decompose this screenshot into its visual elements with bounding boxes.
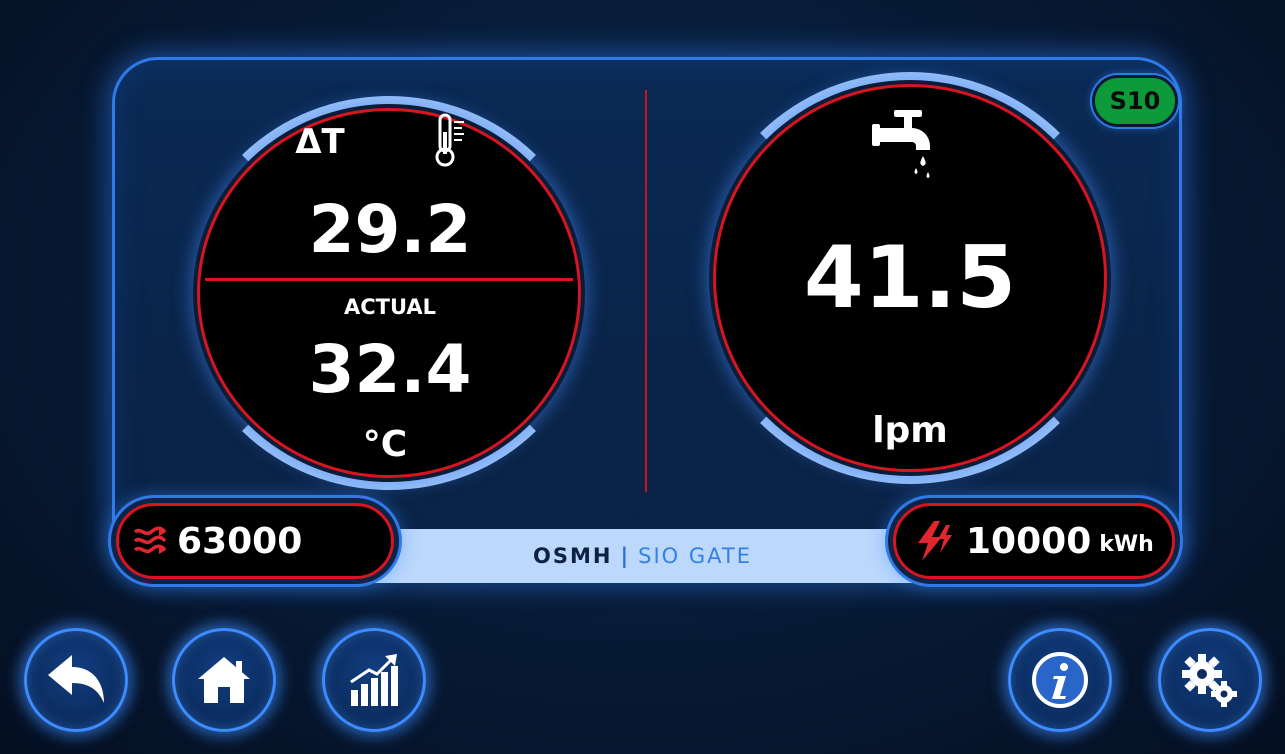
panel-divider <box>645 90 647 492</box>
chart-icon <box>350 654 398 706</box>
info-icon <box>1032 652 1088 708</box>
temperature-unit: °C <box>362 424 408 465</box>
statistics-button[interactable] <box>322 628 426 732</box>
energy-counter-value: 10000 <box>966 520 1092 562</box>
info-button[interactable] <box>1008 628 1112 732</box>
actual-label: ACTUAL <box>343 295 437 319</box>
delta-t-value: 29.2 <box>308 191 472 268</box>
energy-counter-unit: kWh <box>1099 531 1154 557</box>
back-arrow-icon <box>48 655 104 703</box>
lightning-icon <box>918 521 952 561</box>
flow-value: 41.5 <box>803 228 1017 328</box>
brand-secondary: SIO GATE <box>638 544 752 568</box>
heat-counter-value: 63000 <box>177 520 303 562</box>
status-badge[interactable]: S10 <box>1092 75 1178 127</box>
brand-bar: OSMH | SIO GATE <box>360 529 925 583</box>
thermometer-icon <box>435 113 464 167</box>
screen: ΔT 29.2 ACTUAL 32.4 °C 41.5 lpm S10 OSMH… <box>0 0 1285 754</box>
brand-separator: | <box>620 544 631 568</box>
water-tap-icon <box>872 110 930 178</box>
actual-temperature-value: 32.4 <box>308 331 472 408</box>
home-icon <box>198 657 250 703</box>
flow-unit: lpm <box>872 410 948 451</box>
brand-primary: OSMH <box>533 544 613 568</box>
delta-t-label: ΔT <box>295 122 345 162</box>
back-button[interactable] <box>24 628 128 732</box>
home-button[interactable] <box>172 628 276 732</box>
heat-counter: 63000 <box>116 503 394 579</box>
heat-waves-icon <box>133 526 167 554</box>
temperature-gauge <box>197 108 581 478</box>
settings-icon <box>1182 654 1237 707</box>
temperature-gauge-divider <box>205 278 573 281</box>
settings-button[interactable] <box>1158 628 1262 732</box>
energy-counter: 10000 kWh <box>893 503 1175 579</box>
